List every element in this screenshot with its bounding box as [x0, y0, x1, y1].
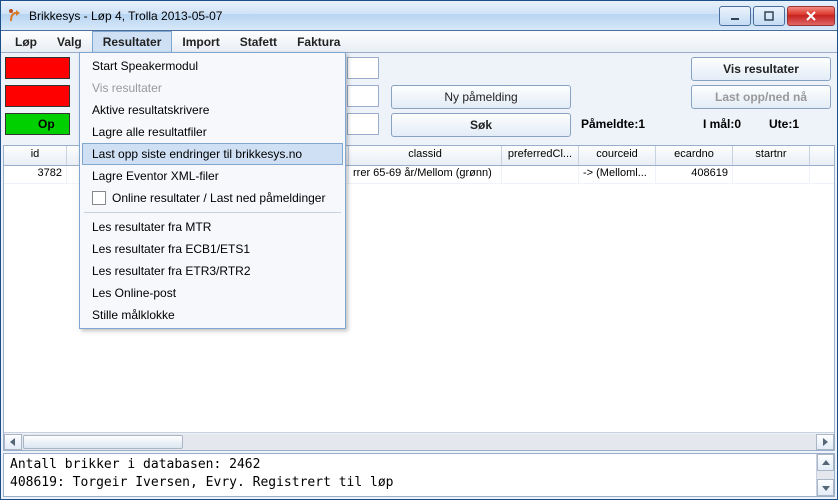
textfield-3[interactable] — [347, 113, 379, 135]
dd-stille-malklokke[interactable]: Stille målklokke — [82, 304, 343, 326]
cell-courceid: -> (Melloml... — [579, 166, 656, 183]
cell-id: 3782 — [4, 166, 67, 183]
log-line-1: Antall brikker i databasen: 2462 — [10, 456, 810, 474]
menu-lop[interactable]: Løp — [5, 31, 47, 52]
dd-aktive-resultatskrivere[interactable]: Aktive resultatskrivere — [82, 99, 343, 121]
menu-import[interactable]: Import — [172, 31, 229, 52]
minimize-button[interactable] — [719, 6, 751, 26]
ny-pamelding-button[interactable]: Ny påmelding — [391, 85, 571, 109]
menubar: Løp Valg Resultater Import Stafett Faktu… — [1, 31, 837, 53]
log-vertical-scrollbar[interactable] — [816, 454, 834, 496]
cell-classid: rrer 65-69 år/Mellom (grønn) — [349, 166, 502, 183]
horizontal-scrollbar[interactable] — [4, 432, 834, 450]
titlebar: Brikkesys - Løp 4, Trolla 2013-05-07 — [1, 1, 837, 31]
status-box-red-1 — [5, 57, 70, 79]
dd-separator — [84, 212, 341, 213]
cell-ecardno: 408619 — [656, 166, 733, 183]
log-line-2: 408619: Torgeir Iversen, Evry. Registrer… — [10, 474, 810, 492]
col-courceid[interactable]: courceid — [579, 146, 656, 165]
dd-lagre-eventor-xml[interactable]: Lagre Eventor XML-filer — [82, 165, 343, 187]
resultater-dropdown: Start Speakermodul Vis resultater Aktive… — [79, 52, 346, 329]
dd-start-speakermodul[interactable]: Start Speakermodul — [82, 55, 343, 77]
close-button[interactable] — [787, 6, 835, 26]
col-classid[interactable]: classid — [349, 146, 502, 165]
menu-faktura[interactable]: Faktura — [287, 31, 350, 52]
menu-resultater[interactable]: Resultater — [92, 31, 173, 52]
pameldte-label: Påmeldte:1 — [581, 117, 645, 131]
checkbox-icon[interactable] — [92, 191, 106, 205]
col-id[interactable]: id — [4, 146, 67, 165]
imal-label: I mål:0 — [703, 117, 741, 131]
scroll-thumb[interactable] — [23, 435, 183, 449]
status-box-green: Op — [5, 113, 70, 135]
scroll-left-icon[interactable] — [4, 434, 22, 450]
status-box-red-2 — [5, 85, 70, 107]
dd-les-etr3[interactable]: Les resultater fra ETR3/RTR2 — [82, 260, 343, 282]
col-ecardno[interactable]: ecardno — [656, 146, 733, 165]
dd-les-online-post[interactable]: Les Online-post — [82, 282, 343, 304]
menu-stafett[interactable]: Stafett — [230, 31, 287, 52]
ute-label: Ute:1 — [769, 117, 799, 131]
app-icon — [7, 8, 23, 24]
scroll-up-icon[interactable] — [817, 454, 834, 471]
textfield-1[interactable] — [347, 57, 379, 79]
dd-lagre-alle-resultatfiler[interactable]: Lagre alle resultatfiler — [82, 121, 343, 143]
maximize-button[interactable] — [753, 6, 785, 26]
cell-startnr — [733, 166, 810, 183]
dd-les-ecb1[interactable]: Les resultater fra ECB1/ETS1 — [82, 238, 343, 260]
dd-vis-resultater[interactable]: Vis resultater — [82, 77, 343, 99]
scroll-down-icon[interactable] — [817, 479, 834, 496]
scroll-track[interactable] — [22, 434, 816, 450]
cell-preferred — [502, 166, 579, 183]
window-title: Brikkesys - Løp 4, Trolla 2013-05-07 — [29, 9, 717, 23]
dd-les-mtr[interactable]: Les resultater fra MTR — [82, 216, 343, 238]
menu-valg[interactable]: Valg — [47, 31, 92, 52]
dd-online-resultater[interactable]: Online resultater / Last ned påmeldinger — [82, 187, 343, 209]
sok-button[interactable]: Søk — [391, 113, 571, 137]
last-opp-button[interactable]: Last opp/ned nå — [691, 85, 831, 109]
textfield-2[interactable] — [347, 85, 379, 107]
log-panel: Antall brikker i databasen: 2462 408619:… — [3, 453, 835, 497]
vis-resultater-button[interactable]: Vis resultater — [691, 57, 831, 81]
scroll-right-icon[interactable] — [816, 434, 834, 450]
dd-last-opp-siste[interactable]: Last opp siste endringer til brikkesys.n… — [82, 143, 343, 165]
col-preferred[interactable]: preferredCl... — [502, 146, 579, 165]
col-startnr[interactable]: startnr — [733, 146, 810, 165]
